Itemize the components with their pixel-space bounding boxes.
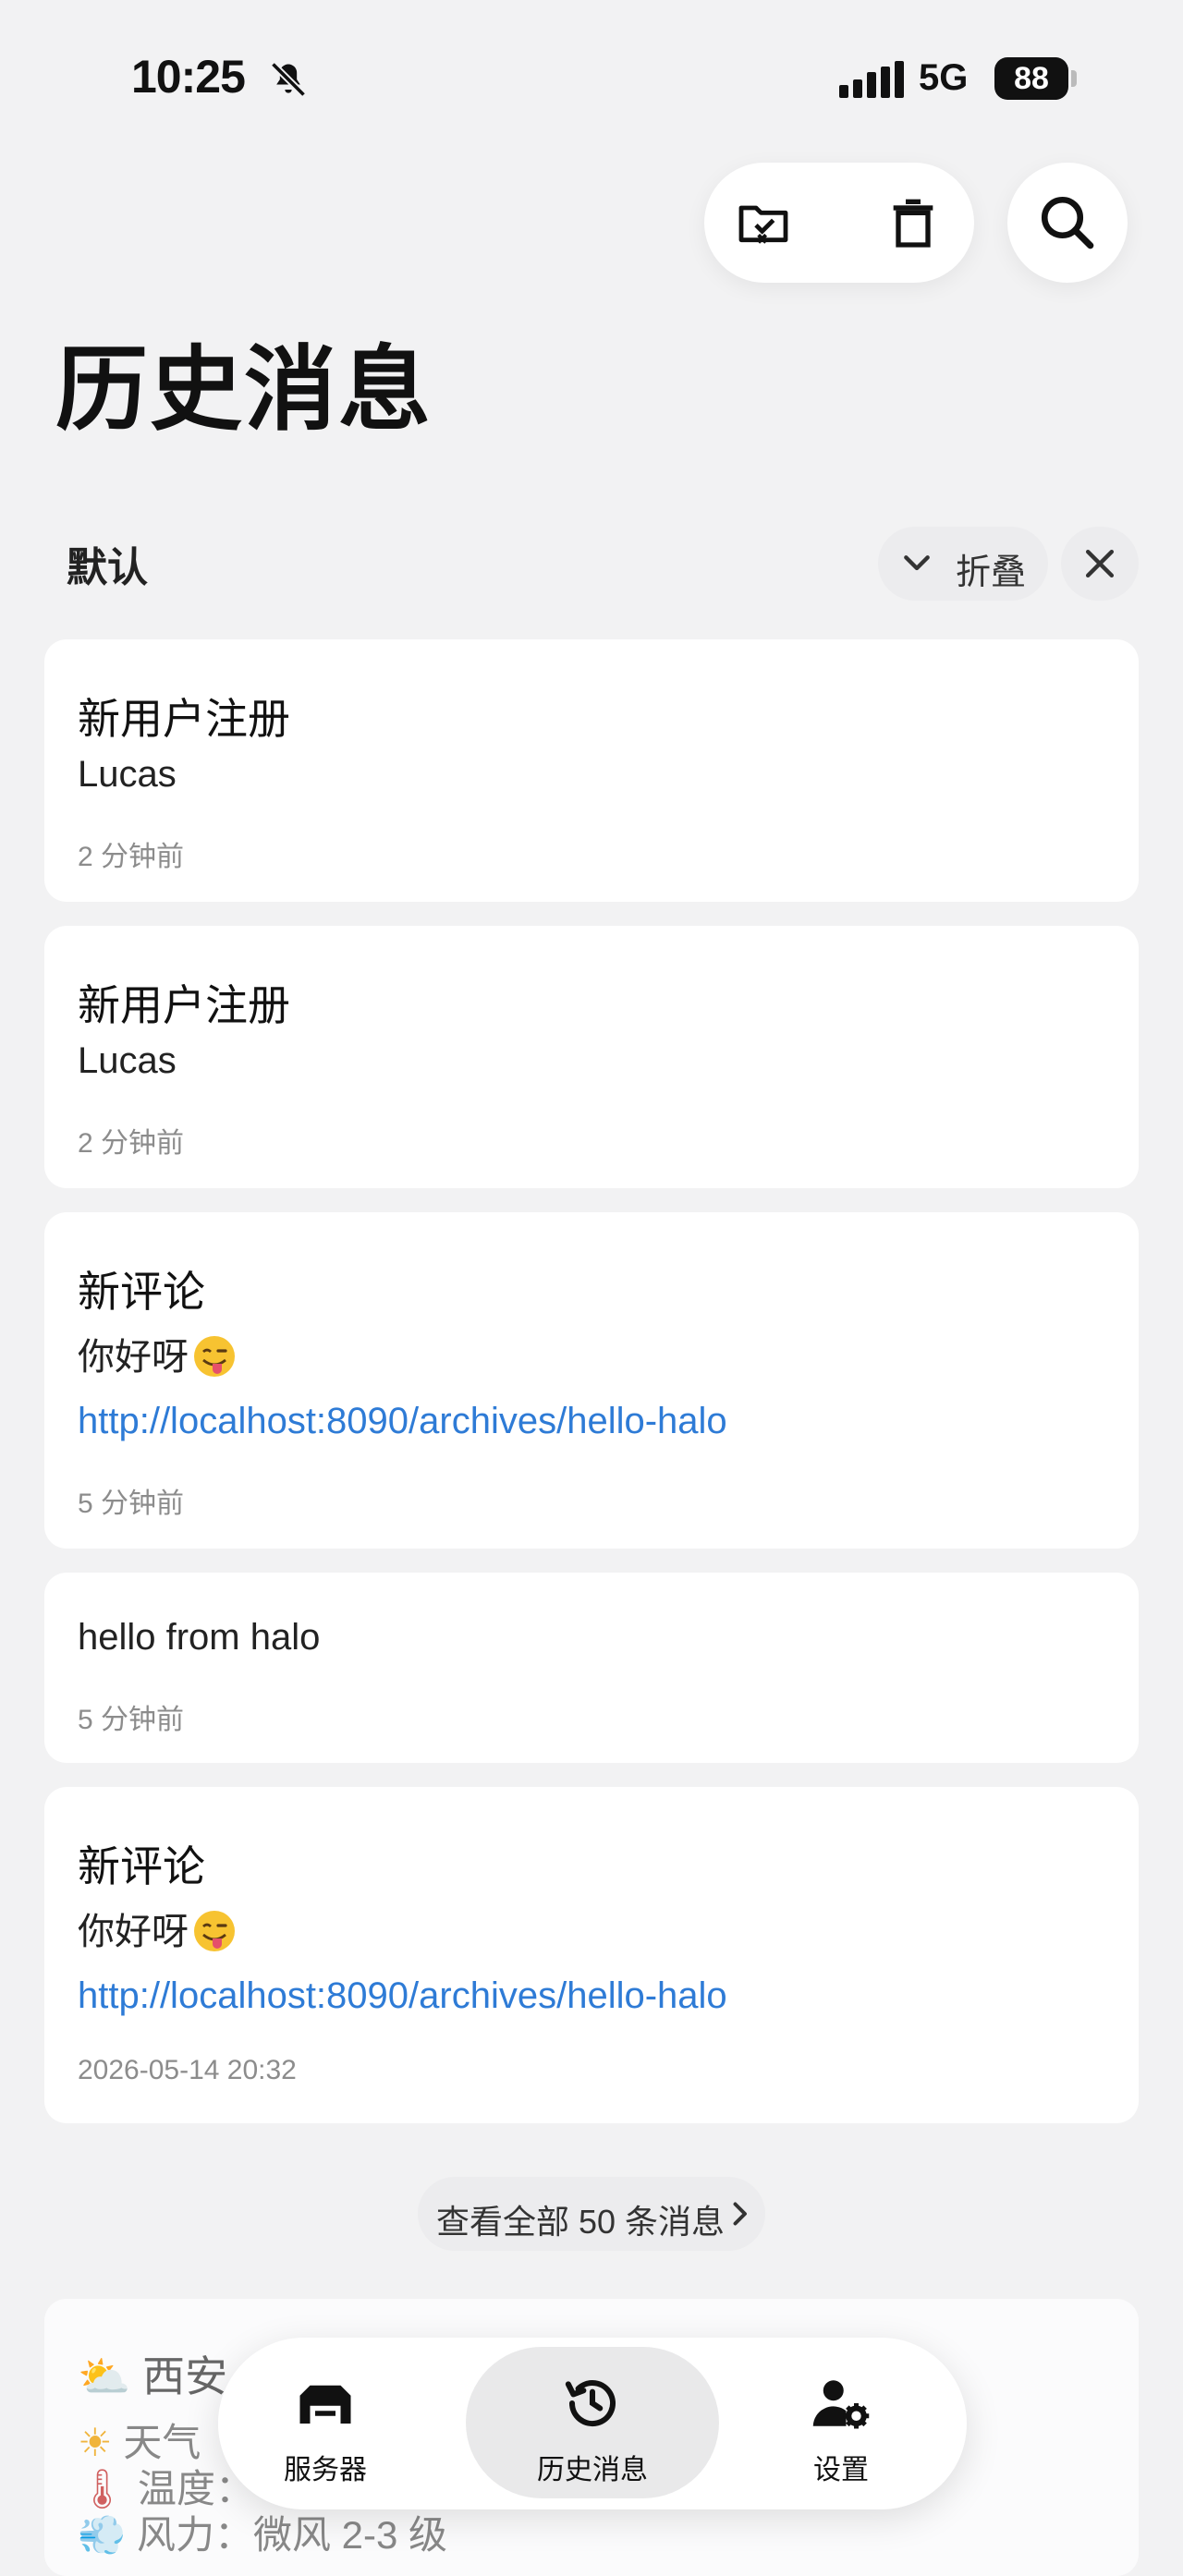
message-card[interactable]: 新用户注册 Lucas 2 分钟前 bbox=[44, 639, 1139, 902]
trash-icon[interactable] bbox=[884, 193, 943, 252]
message-time: 2 分钟前 bbox=[78, 842, 185, 872]
user-settings-icon bbox=[812, 2380, 870, 2429]
tab-server[interactable]: 服务器 bbox=[251, 2338, 399, 2509]
search-button[interactable] bbox=[1007, 163, 1128, 283]
tab-server-label: 服务器 bbox=[284, 2455, 367, 2485]
collapse-label: 折叠 bbox=[956, 553, 1027, 592]
winking-tongue-emoji-icon bbox=[194, 1911, 235, 1951]
view-all-messages-button[interactable]: 查看全部 50 条消息 bbox=[418, 2177, 765, 2251]
message-card[interactable]: 新用户注册 Lucas 2 分钟前 bbox=[44, 926, 1139, 1188]
weather-title-row: ⛅ 西安 bbox=[78, 2343, 227, 2404]
message-title: 新用户注册 bbox=[78, 695, 290, 743]
weather-city: 西安 bbox=[142, 2352, 228, 2400]
server-icon bbox=[299, 2385, 351, 2424]
battery-tip bbox=[1071, 70, 1077, 87]
signal-icon bbox=[839, 61, 904, 98]
page-title: 历史消息 bbox=[55, 338, 433, 442]
message-title: 新评论 bbox=[78, 1842, 205, 1890]
message-card[interactable]: hello from halo 5 分钟前 bbox=[44, 1573, 1139, 1763]
status-bar: 10:25 5G 88 bbox=[0, 0, 1183, 148]
group-name: 默认 bbox=[67, 545, 148, 590]
winking-tongue-emoji-icon bbox=[194, 1336, 235, 1377]
message-time: 5 分钟前 bbox=[78, 1488, 185, 1519]
partly-cloudy-icon: ⛅ bbox=[78, 2352, 131, 2400]
network-type: 5G bbox=[919, 57, 969, 98]
battery-indicator: 88 bbox=[994, 57, 1078, 100]
history-icon bbox=[565, 2380, 616, 2427]
message-body-row: 你好呀 bbox=[78, 1327, 237, 1380]
message-body: 你好呀 bbox=[78, 1912, 189, 1952]
bottom-tab-bar: 服务器 历史消息 设置 bbox=[218, 2338, 967, 2509]
message-title: 新用户注册 bbox=[78, 981, 290, 1029]
message-card[interactable]: 新评论 你好呀 http://localhost:8090/archives/h… bbox=[44, 1212, 1139, 1549]
tab-history[interactable]: 历史消息 bbox=[466, 2338, 719, 2509]
status-time: 10:25 bbox=[131, 51, 246, 103]
wind-icon: 💨 bbox=[78, 2513, 127, 2557]
chevron-down-icon bbox=[904, 555, 930, 571]
folder-check-icon[interactable] bbox=[734, 193, 793, 252]
battery-level: 88 bbox=[994, 57, 1068, 100]
message-title: 新评论 bbox=[78, 1268, 205, 1316]
message-link[interactable]: http://localhost:8090/archives/hello-hal… bbox=[78, 1401, 727, 1442]
chevron-right-icon bbox=[733, 2202, 747, 2226]
wind-text: 风力：微风 2-3 级 bbox=[136, 2513, 448, 2557]
tab-history-label: 历史消息 bbox=[537, 2455, 648, 2485]
collapse-button[interactable]: 折叠 bbox=[878, 527, 1048, 601]
message-link[interactable]: http://localhost:8090/archives/hello-hal… bbox=[78, 1975, 727, 2017]
message-time: 2 分钟前 bbox=[78, 1128, 185, 1159]
close-icon bbox=[1085, 549, 1115, 578]
message-time: 2026-05-14 20:32 bbox=[78, 2055, 297, 2085]
top-action-group bbox=[704, 163, 974, 283]
message-time: 5 分钟前 bbox=[78, 1705, 185, 1735]
close-group-button[interactable] bbox=[1061, 527, 1139, 601]
message-body: Lucas bbox=[78, 1040, 177, 1081]
message-card[interactable]: 新评论 你好呀 http://localhost:8090/archives/h… bbox=[44, 1787, 1139, 2123]
tab-settings[interactable]: 设置 bbox=[767, 2338, 915, 2509]
view-all-label: 查看全部 50 条消息 bbox=[436, 2203, 726, 2241]
wind-row: 💨 风力：微风 2-3 级 bbox=[78, 2504, 447, 2560]
message-body: hello from halo bbox=[78, 1617, 321, 1658]
message-body-row: 你好呀 bbox=[78, 1902, 237, 1955]
search-icon bbox=[1041, 196, 1094, 249]
bell-muted-icon bbox=[270, 61, 307, 98]
message-body: Lucas bbox=[78, 754, 177, 795]
message-body: 你好呀 bbox=[78, 1337, 189, 1378]
tab-settings-label: 设置 bbox=[813, 2455, 869, 2485]
